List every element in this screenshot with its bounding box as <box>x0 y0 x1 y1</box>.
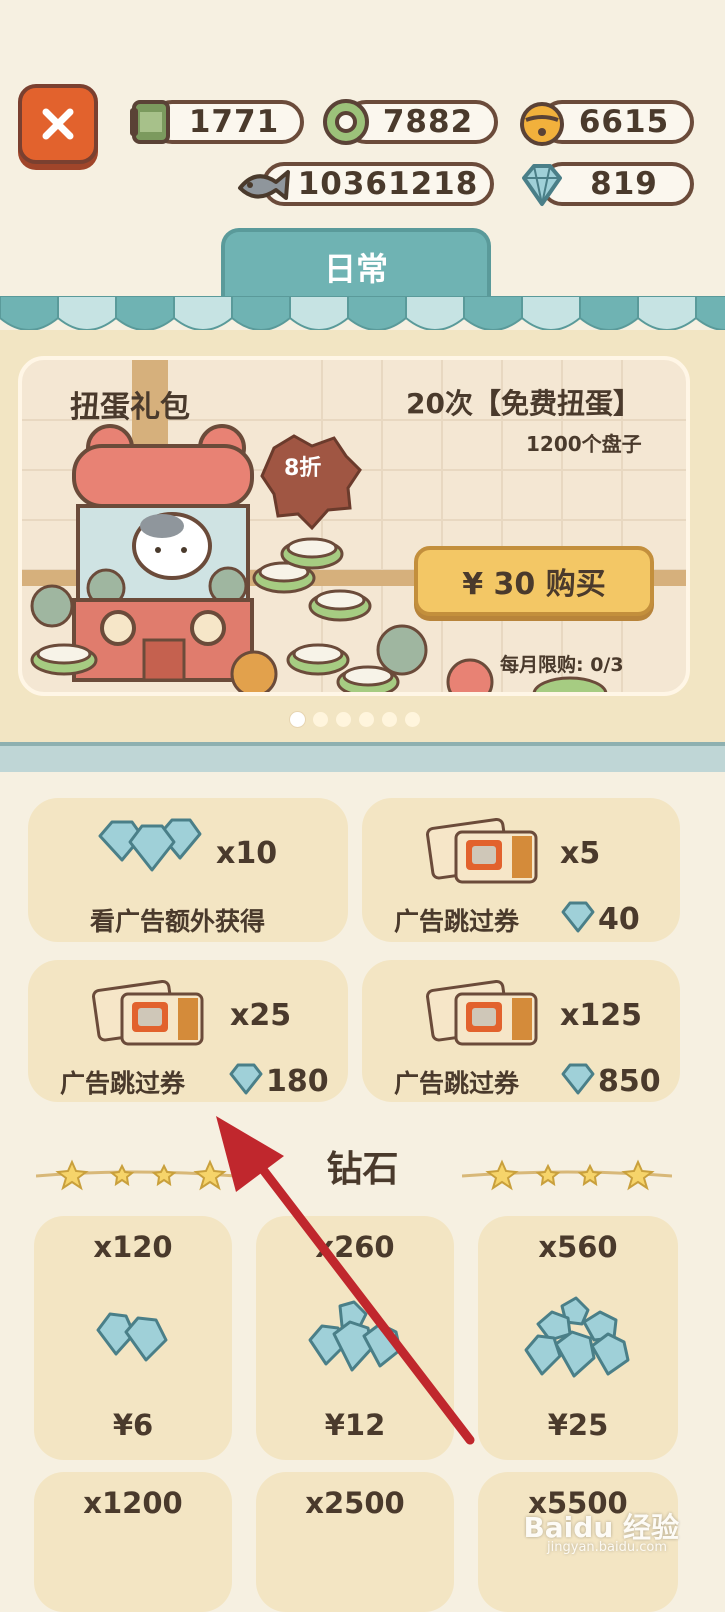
item-price: 850 <box>598 1064 661 1099</box>
tab-daily-label: 日常 <box>323 250 388 288</box>
item-qty: x5 <box>560 836 601 871</box>
rings-value: 7882 <box>382 104 474 140</box>
awning-scallop <box>0 296 59 331</box>
carousel-dot[interactable] <box>313 712 328 727</box>
annotation-arrow <box>216 1116 475 1445</box>
awning-scallop <box>637 296 697 331</box>
watermark-url: jingyan.baidu.com <box>547 1540 667 1555</box>
ticket-icon <box>92 979 204 1046</box>
ticket-icon <box>426 817 538 884</box>
item-qty: x10 <box>216 836 278 871</box>
ring-icon <box>323 99 369 145</box>
carousel-dot[interactable] <box>336 712 351 727</box>
awning-scallop <box>231 296 291 331</box>
fish-counter: 10361218 <box>262 162 494 206</box>
awning-scallop <box>289 296 349 331</box>
awning-scallop <box>695 296 725 331</box>
gem-pack-qty: x1200 <box>83 1486 183 1520</box>
diamond-pile-icon <box>524 1296 630 1378</box>
ad-skip-x5-card[interactable]: x5 广告跳过券 40 <box>362 798 680 942</box>
ad-skip-x25-card[interactable]: x25 广告跳过券 180 <box>28 960 348 1102</box>
diamond-price-icon <box>561 901 595 933</box>
gem-pack-card[interactable]: x2500 <box>256 1472 454 1612</box>
gem-pack-price: ¥25 <box>547 1408 609 1442</box>
awning-scallop <box>173 296 233 331</box>
gem-pack-qty: x560 <box>538 1230 618 1264</box>
bell-icon <box>520 102 564 146</box>
star-garland-right <box>462 1159 672 1191</box>
item-qty: x125 <box>560 998 642 1033</box>
awning-scallop <box>115 296 175 331</box>
awning-scallop <box>463 296 523 331</box>
carousel-dot[interactable] <box>405 712 420 727</box>
ad-skip-x125-card[interactable]: x125 广告跳过券 850 <box>362 960 680 1102</box>
buy-button[interactable]: ¥ 30 购买 <box>414 546 654 616</box>
item-label: 广告跳过券 <box>394 907 520 936</box>
carousel-dot[interactable] <box>382 712 397 727</box>
discount-label: 8折 <box>284 456 322 481</box>
cans-value: 1771 <box>188 104 280 140</box>
awning-scallop <box>521 296 581 331</box>
close-icon <box>42 108 74 140</box>
item-qty: x25 <box>230 998 292 1033</box>
item-label: 看广告额外获得 <box>90 907 266 936</box>
diamond-price-icon <box>561 1063 595 1095</box>
gem-pack-qty: x2500 <box>305 1486 405 1520</box>
close-button[interactable] <box>18 84 98 164</box>
diamonds-icon <box>98 818 202 872</box>
tab-daily[interactable]: 日常 <box>221 228 491 302</box>
banner-subtitle: 20次【免费扭蛋】 <box>406 387 641 420</box>
awning-scallop <box>57 296 117 331</box>
carousel-dot[interactable] <box>359 712 374 727</box>
awning-scallop <box>347 296 407 331</box>
fish-icon <box>238 170 290 200</box>
item-label: 广告跳过券 <box>60 1069 186 1098</box>
diamonds-value: 819 <box>590 166 658 202</box>
banner-title: 扭蛋礼包 <box>70 390 190 425</box>
item-price: 180 <box>266 1064 329 1099</box>
watch-ad-diamonds-card[interactable]: x10 看广告额外获得 <box>28 798 348 942</box>
gem-pack-card[interactable]: x560 ¥25 <box>478 1216 678 1460</box>
carousel-dot[interactable] <box>290 712 305 727</box>
carousel-dots[interactable] <box>290 712 420 727</box>
diamond-price-icon <box>229 1063 263 1095</box>
item-price: 40 <box>598 902 640 937</box>
bells-value: 6615 <box>578 104 670 140</box>
fish-value: 10361218 <box>297 166 479 202</box>
can-icon <box>130 100 170 144</box>
item-label: 广告跳过券 <box>394 1069 520 1098</box>
ticket-icon <box>426 979 538 1046</box>
banner-plates-count: 1200个盘子 <box>526 432 642 456</box>
monthly-limit: 每月限购: 0/3 <box>500 654 624 676</box>
gem-pack-card[interactable]: x1200 <box>34 1472 232 1612</box>
diamond-pile-icon <box>96 1312 168 1362</box>
awning-scallop <box>579 296 639 331</box>
diamond-icon <box>522 164 562 206</box>
awning-scallop <box>405 296 465 331</box>
floor-divider <box>0 742 725 772</box>
